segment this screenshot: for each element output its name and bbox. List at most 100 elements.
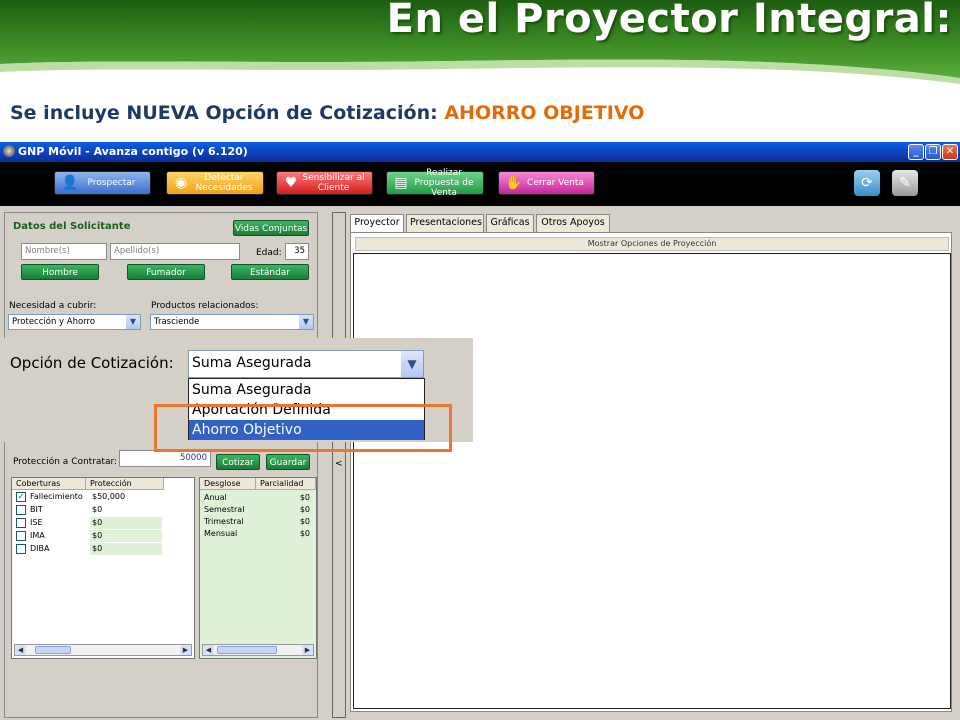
tab-presentaciones[interactable]: Presentaciones [406,214,484,232]
highlight-box [154,404,452,452]
necesidad-value: Protección y Ahorro [12,317,96,327]
necesidad-label: Necesidad a cubrir: [9,301,97,311]
cobertura-name: ISE [30,518,43,527]
desglose-table: Desglose Parcialidad Anual $0 Semestral $0… [199,477,317,659]
hombre-button[interactable]: Hombre [21,264,99,280]
table-row: Anual $0 [204,493,314,502]
apellido-field[interactable]: Apellido(s) [110,243,240,260]
estandar-button[interactable]: Estándar [231,264,309,280]
pencil-icon[interactable]: ✎ [892,170,918,196]
cerrar-venta-button[interactable]: ✋ Cerrar Venta [498,171,595,195]
cotizacion-selected: Suma Asegurada [192,355,312,371]
window-title: GNP Móvil - Avanza contigo (v 6.120) [18,145,248,158]
tab-otros-apoyos[interactable]: Otros Apoyos [536,214,610,232]
cotizacion-select[interactable]: Suma Asegurada ▼ [188,350,424,378]
realizar-propuesta-button[interactable]: ▤ Realizar Propuesta de Venta [386,168,484,198]
desglose-header: Desglose [200,478,256,490]
projection-area [353,253,951,709]
fumador-button[interactable]: Fumador [127,264,205,280]
window-titlebar: GNP Móvil - Avanza contigo (v 6.120) _ ❐… [0,142,960,162]
tab-body: Mostrar Opciones de Proyección [350,232,952,712]
maximize-button[interactable]: ❐ [925,144,941,160]
sensibilizar-button[interactable]: ♥ Sensibilizar al Cliente [276,171,373,195]
solicitante-panel: Datos del Solicitante Vidas Conjuntas No… [4,212,318,718]
table-row: Mensual $0 [204,529,314,538]
document-icon: ▤ [394,175,408,191]
option-suma-asegurada[interactable]: Suma Asegurada [189,380,424,400]
scroll-right-icon[interactable]: ▶ [180,645,191,655]
cotizar-button[interactable]: Cotizar [216,454,260,470]
desglose-name: Semestral [204,505,245,514]
scroll-right-icon[interactable]: ▶ [302,645,313,655]
scroll-thumb[interactable] [217,646,277,654]
detectar-label: Detectar Necesidades [195,173,253,193]
sensibilizar-label: Sensibilizar al Cliente [302,173,365,193]
necesidad-select[interactable]: Protección y Ahorro ▼ [8,314,141,330]
desglose-scrollbar[interactable]: ◀ ▶ [202,644,314,656]
chevron-down-icon: ▼ [401,351,423,377]
cobertura-name: BIT [30,505,43,514]
proteccion-header: Protección [86,478,164,490]
ima-checkbox[interactable] [16,531,26,541]
contratar-field[interactable]: 50000 [119,450,211,467]
slide: En el Proyector Integral: Se incluye NUE… [0,0,960,720]
diba-checkbox[interactable] [16,544,26,554]
heart-icon: ♥ [284,175,298,191]
table-row: Semestral $0 [204,505,314,514]
productos-value: Trasciende [154,317,200,327]
coberturas-table: Coberturas Protección ✓ Fallecimiento $50,… [11,477,195,659]
mostrar-opciones-button[interactable]: Mostrar Opciones de Proyección [355,237,949,251]
tab-proyector[interactable]: Proyector [350,214,404,232]
app-icon [3,145,15,157]
desglose-value: $0 [299,505,310,514]
prospectar-label: Prospectar [87,178,136,188]
table-row: ISE $0 [12,517,194,529]
bit-checkbox[interactable] [16,505,26,515]
cobertura-value: $0 [90,530,162,542]
scroll-left-icon[interactable]: ◀ [203,645,214,655]
cerrar-label: Cerrar Venta [527,178,584,188]
subtitle-highlight: AHORRO OBJETIVO [444,102,645,124]
cobertura-value: $0 [90,517,162,529]
eye-icon: ◉ [174,175,188,191]
cotizacion-label: Opción de Cotización: [10,354,174,372]
table-row: DIBA $0 [12,543,194,555]
desglose-name: Mensual [204,529,238,538]
scroll-left-icon[interactable]: ◀ [15,645,26,655]
collapse-arrow-icon[interactable]: < [335,459,343,469]
realizar-label: Realizar Propuesta de Venta [414,168,474,198]
cobertura-value: $50,000 [92,492,126,501]
table-row: Trimestral $0 [204,517,314,526]
vidas-conjuntas-button[interactable]: Vidas Conjuntas [233,220,309,236]
cobertura-name: IMA [30,531,45,540]
coberturas-scrollbar[interactable]: ◀ ▶ [14,644,192,656]
slide-title: En el Proyector Integral: [386,0,952,42]
close-button[interactable]: ✕ [942,144,958,160]
desglose-value: $0 [299,517,310,526]
ise-checkbox[interactable] [16,518,26,528]
cobertura-name: DIBA [30,544,50,553]
edad-field[interactable]: 35 [285,243,309,260]
tab-graficas[interactable]: Gráficas [486,214,534,232]
fallecimiento-checkbox[interactable]: ✓ [16,492,26,502]
scroll-thumb[interactable] [35,646,71,654]
productos-label: Productos relacionados: [151,301,259,311]
productos-select[interactable]: Trasciende ▼ [150,314,314,330]
detectar-necesidades-button[interactable]: ◉ Detectar Necesidades [166,171,264,195]
desglose-name: Trimestral [204,517,244,526]
sync-icon[interactable]: ⟳ [854,170,880,196]
panel-splitter[interactable]: < [332,212,346,718]
projection-panel: Proyector Presentaciones Gráficas Otros … [348,212,954,718]
table-row: IMA $0 [12,530,194,542]
coberturas-header: Coberturas [12,478,86,490]
nombre-field[interactable]: Nombre(s) [21,243,107,260]
contratar-label: Protección a Contratar: [13,457,118,467]
cobertura-value: $0 [90,543,162,555]
desglose-name: Anual [204,493,227,502]
solicitante-heading: Datos del Solicitante [13,221,131,232]
edad-label: Edad: [256,248,282,258]
minimize-button[interactable]: _ [908,144,924,160]
guardar-button[interactable]: Guardar [266,454,310,470]
subtitle-prefix: Se incluye NUEVA Opción de Cotización: [10,102,438,124]
prospectar-button[interactable]: 👤 Prospectar [54,171,151,195]
